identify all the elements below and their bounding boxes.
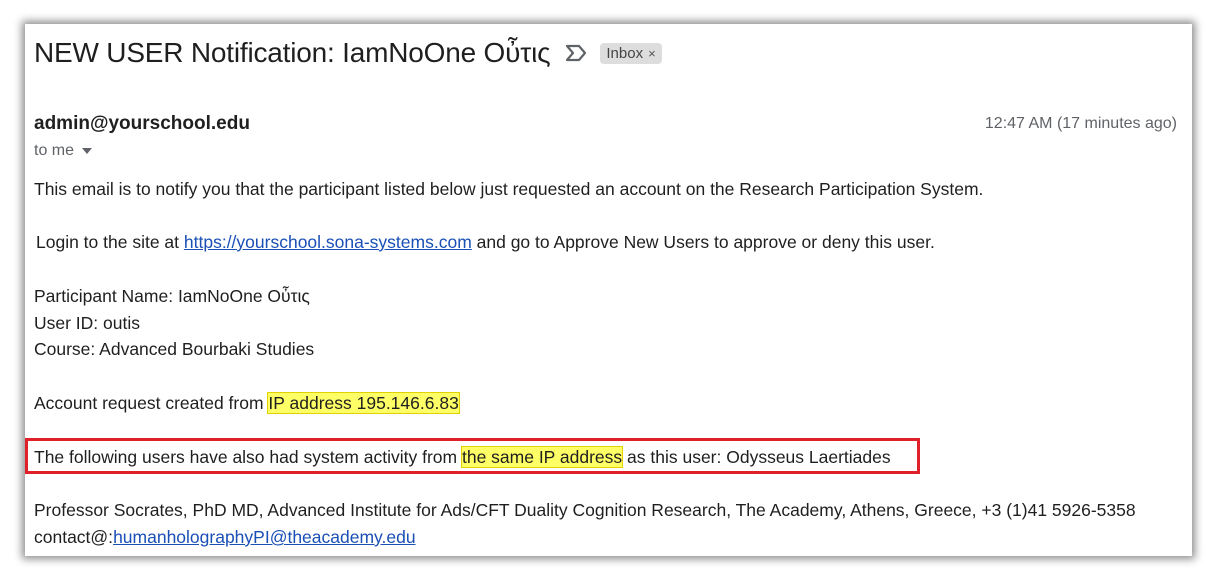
login-suffix: and go to Approve New Users to approve o… [471,232,935,252]
login-prefix: Login to the site at [36,232,184,252]
remove-label-icon[interactable]: × [648,46,656,61]
inbox-label[interactable]: Inbox × [600,42,662,64]
contact-email-link[interactable]: humanholographyPI@theacademy.edu [113,527,416,547]
email-card: NEW USER Notification: IamNoOne Οὖτις In… [25,24,1192,556]
inbox-label-text: Inbox [606,44,644,62]
same-ip-highlight: the same IP address [460,446,624,468]
recipients-toggle[interactable]: to me [34,142,93,160]
subject-row: NEW USER Notification: IamNoOne Οὖτις In… [34,33,662,73]
account-line: Account request created from IP address … [34,392,460,414]
login-line: Login to the site at https://yourschool.… [36,232,935,253]
following-suffix: as this user: Odysseus Laertiades [622,447,891,467]
ip-highlight: IP address 195.146.6.83 [267,392,460,414]
contact-prefix: contact@: [34,527,114,547]
signature: Professor Socrates, PhD MD, Advanced Ins… [34,500,1136,520]
recipients-label: to me [34,142,75,159]
participant-name: Participant Name: IamNoOne Οὖτις [34,286,310,306]
account-prefix: Account request created from [34,393,269,413]
intro-text: This email is to notify you that the par… [34,179,984,199]
site-link[interactable]: https://yourschool.sona-systems.com [184,232,472,252]
user-id: User ID: outis [34,313,140,333]
chevron-down-icon[interactable] [82,148,93,154]
following-prefix: The following users have also had system… [34,447,462,467]
following-line: The following users have also had system… [34,446,891,468]
email-subject: NEW USER Notification: IamNoOne Οὖτις [34,37,551,68]
email-timestamp: 12:47 AM (17 minutes ago) [984,115,1177,132]
sender-address[interactable]: admin@yourschool.edu [34,113,250,135]
contact-line: contact@:humanholographyPI@theacademy.ed… [34,527,416,548]
course: Course: Advanced Bourbaki Studies [34,339,315,359]
importance-marker-icon[interactable] [564,42,590,64]
